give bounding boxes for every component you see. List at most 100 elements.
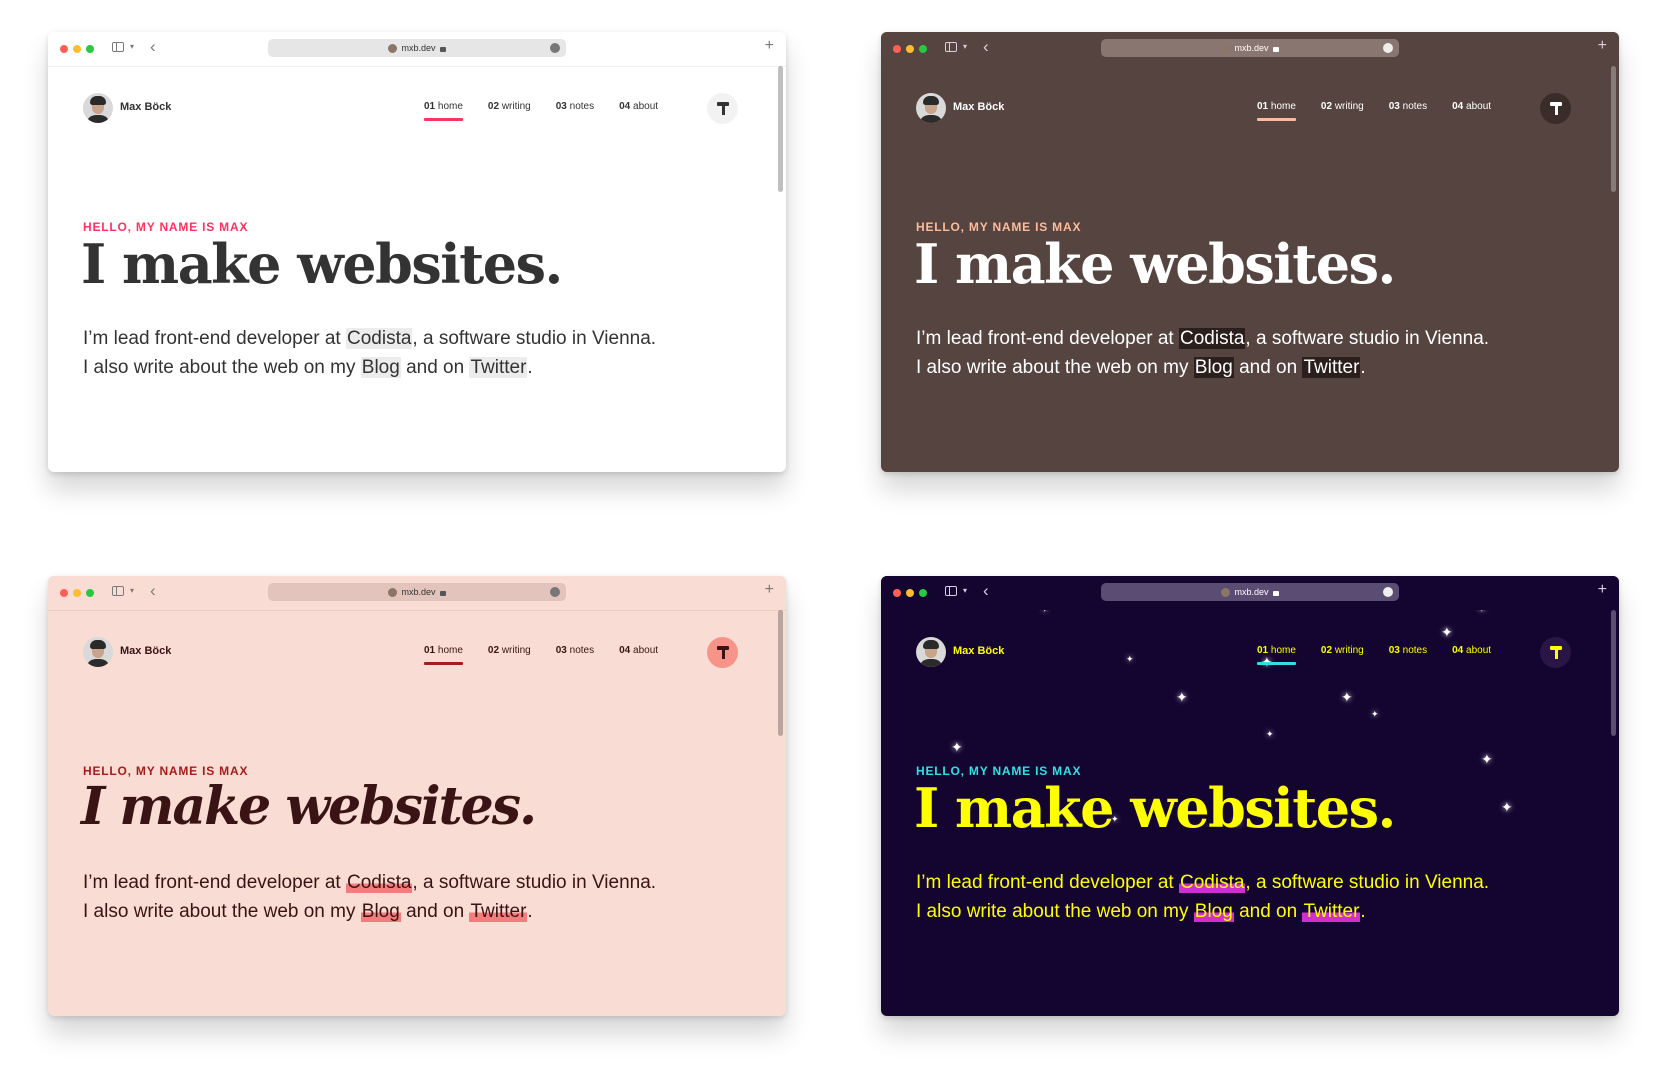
blog-link[interactable]: Blog	[1193, 357, 1234, 378]
twitter-link[interactable]: Twitter	[1302, 901, 1361, 922]
codista-link[interactable]: Codista	[1179, 872, 1246, 893]
more-icon[interactable]	[1383, 43, 1393, 53]
nav-item-about[interactable]: 04 about	[619, 645, 658, 656]
codista-link[interactable]: Codista	[346, 872, 413, 893]
site-name[interactable]: Max Böck	[120, 101, 171, 113]
chevron-down-icon[interactable]: ▾	[130, 42, 134, 51]
plus-icon[interactable]: +	[1598, 580, 1607, 600]
zoom-window-button[interactable]	[86, 589, 94, 597]
nav-item-notes[interactable]: 03 notes	[556, 101, 594, 112]
nav-number: 03	[555, 101, 567, 112]
zoom-window-button[interactable]	[86, 45, 94, 53]
minimize-window-button[interactable]	[906, 45, 914, 53]
nav-item-home[interactable]: 01 home	[424, 645, 463, 665]
nav-item-about[interactable]: 04 about	[1452, 101, 1491, 112]
blog-link[interactable]: Blog	[1193, 901, 1234, 922]
nav-item-home[interactable]: 01 home	[424, 101, 463, 121]
url-text: mxb.dev	[1234, 43, 1269, 53]
nav-item-home[interactable]: 01 home	[1257, 645, 1296, 665]
minimize-window-button[interactable]	[906, 589, 914, 597]
browser-toolbar: ▾ ‹ mxb.dev +	[881, 32, 1619, 66]
favicon-icon	[388, 587, 398, 597]
favicon-icon	[1221, 43, 1231, 53]
nav-label: notes	[1402, 645, 1428, 656]
browser-window-pink: ▾ ‹ mxb.dev + Max Böck 01 home 02 writin…	[48, 576, 786, 1016]
plus-icon[interactable]: +	[765, 36, 774, 56]
twitter-link[interactable]: Twitter	[1302, 357, 1361, 378]
avatar[interactable]	[83, 93, 113, 123]
chevron-down-icon[interactable]: ▾	[963, 42, 967, 51]
address-bar[interactable]: mxb.dev	[1101, 39, 1399, 57]
chevron-left-icon[interactable]: ‹	[983, 37, 989, 57]
chevron-down-icon[interactable]: ▾	[130, 586, 134, 595]
paint-roller-icon	[1549, 102, 1562, 115]
close-window-button[interactable]	[60, 45, 68, 53]
sidebar-icon[interactable]	[112, 42, 124, 52]
site-name[interactable]: Max Böck	[120, 645, 171, 657]
minimize-window-button[interactable]	[73, 45, 81, 53]
chevron-left-icon[interactable]: ‹	[150, 37, 156, 57]
zoom-window-button[interactable]	[919, 589, 927, 597]
more-icon[interactable]	[550, 587, 560, 597]
nav-number: 04	[619, 645, 631, 656]
avatar[interactable]	[916, 637, 946, 667]
nav-item-notes[interactable]: 03 notes	[1389, 645, 1427, 656]
url-text: mxb.dev	[401, 587, 436, 597]
paint-roller-icon	[1549, 646, 1562, 659]
nav-item-notes[interactable]: 03 notes	[1389, 101, 1427, 112]
nav-item-writing[interactable]: 02 writing	[1321, 101, 1364, 112]
zoom-window-button[interactable]	[919, 45, 927, 53]
chevron-left-icon[interactable]: ‹	[150, 581, 156, 601]
browser-toolbar: ▾ ‹ mxb.dev +	[48, 576, 786, 611]
sidebar-icon[interactable]	[112, 586, 124, 596]
nav-item-writing[interactable]: 02 writing	[488, 645, 531, 656]
more-icon[interactable]	[1383, 587, 1393, 597]
codista-link[interactable]: Codista	[1179, 328, 1246, 349]
codista-link[interactable]: Codista	[346, 328, 413, 349]
close-window-button[interactable]	[893, 589, 901, 597]
chevron-down-icon[interactable]: ▾	[963, 586, 967, 595]
page-content: Max Böck 01 home 02 writing 03 notes 04 …	[48, 66, 786, 472]
nav-item-home[interactable]: 01 home	[1257, 101, 1296, 121]
theme-switcher-button[interactable]	[1540, 93, 1571, 124]
nav-item-writing[interactable]: 02 writing	[488, 101, 531, 112]
plus-icon[interactable]: +	[765, 580, 774, 600]
nav-label: notes	[1402, 101, 1428, 112]
twitter-link[interactable]: Twitter	[469, 901, 528, 922]
star-decoration: ✦	[1371, 709, 1379, 719]
theme-switcher-button[interactable]	[707, 637, 738, 668]
avatar[interactable]	[83, 637, 113, 667]
nav-number: 02	[487, 101, 500, 112]
blog-link[interactable]: Blog	[360, 357, 401, 378]
nav-label: home	[1270, 645, 1296, 656]
more-icon[interactable]	[550, 43, 560, 53]
address-bar[interactable]: mxb.dev	[268, 39, 566, 57]
close-window-button[interactable]	[60, 589, 68, 597]
theme-switcher-button[interactable]	[1540, 637, 1571, 668]
intro-text-part: , a software studio in Vienna.	[412, 328, 657, 349]
avatar[interactable]	[916, 93, 946, 123]
sidebar-icon[interactable]	[945, 42, 957, 52]
plus-icon[interactable]: +	[1598, 36, 1607, 56]
intro-text-part: .	[1360, 357, 1366, 378]
address-bar[interactable]: mxb.dev	[1101, 583, 1399, 601]
star-decoration: ✦	[1266, 729, 1274, 739]
twitter-link[interactable]: Twitter	[469, 357, 528, 378]
site-name[interactable]: Max Böck	[953, 645, 1004, 657]
blog-link[interactable]: Blog	[360, 901, 401, 922]
close-window-button[interactable]	[893, 45, 901, 53]
nav-item-about[interactable]: 04 about	[619, 101, 658, 112]
minimize-window-button[interactable]	[73, 589, 81, 597]
star-decoration: ✦	[951, 739, 963, 755]
chevron-left-icon[interactable]: ‹	[983, 581, 989, 601]
page-content: ✦✦✦✦✦✦✦✦✦✦✦✦✦✦✦✦✦✦✦✦✦✦✦✦ Max Böck 01 hom…	[881, 610, 1619, 1016]
nav-item-writing[interactable]: 02 writing	[1321, 645, 1364, 656]
nav-item-about[interactable]: 04 about	[1452, 645, 1491, 656]
address-bar[interactable]: mxb.dev	[268, 583, 566, 601]
theme-switcher-button[interactable]	[707, 93, 738, 124]
nav-item-notes[interactable]: 03 notes	[556, 645, 594, 656]
nav-number: 01	[424, 101, 436, 112]
sidebar-icon[interactable]	[945, 586, 957, 596]
intro-text-part: , a software studio in Vienna.	[1245, 328, 1490, 349]
site-name[interactable]: Max Böck	[953, 101, 1004, 113]
